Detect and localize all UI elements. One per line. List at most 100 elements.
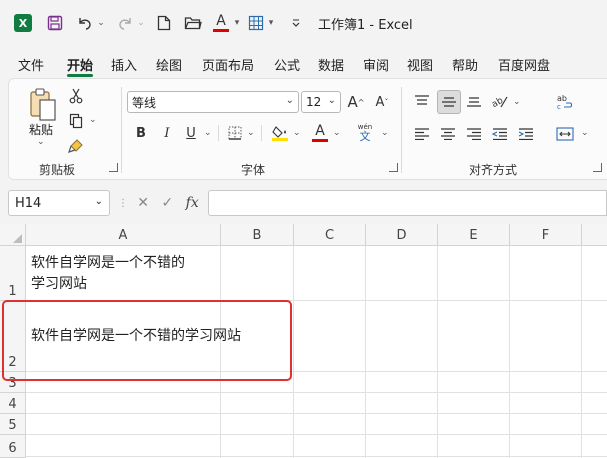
group-separator — [401, 87, 402, 173]
align-middle-icon[interactable] — [437, 90, 461, 114]
align-left-icon[interactable] — [411, 123, 433, 145]
gridline — [26, 413, 607, 414]
underline-dropdown-icon[interactable]: ⌄ — [204, 128, 212, 138]
undo-icon[interactable] — [74, 12, 96, 34]
alignment-launcher-icon[interactable] — [593, 163, 602, 172]
redo-icon[interactable] — [114, 12, 136, 34]
column-header-e[interactable]: E — [438, 224, 510, 246]
gridline — [293, 246, 294, 458]
column-header-f[interactable]: F — [510, 224, 582, 246]
font-name-select[interactable]: 等线 ⌄ — [127, 91, 299, 113]
active-tab-indicator — [67, 74, 93, 77]
cell-a1-line2[interactable]: 学习网站 — [31, 274, 87, 295]
increase-font-size-icon[interactable]: A ^ — [345, 92, 367, 112]
copy-dropdown-icon[interactable]: ⌄ — [89, 115, 97, 125]
font-size-select[interactable]: 12 ⌄ — [301, 91, 341, 113]
borders-icon[interactable] — [225, 123, 245, 143]
font-launcher-icon[interactable] — [389, 163, 398, 172]
formula-bar-grip-icon[interactable]: ⋮ — [118, 198, 128, 209]
customize-qat-icon[interactable] — [288, 12, 304, 34]
font-color-dropdown-icon[interactable]: ▾ — [232, 12, 242, 34]
fill-color-dropdown-icon[interactable]: ⌄ — [293, 128, 301, 138]
row-header-5[interactable]: 5 — [0, 414, 26, 435]
redo-dropdown-icon[interactable]: ⌄ — [136, 12, 146, 34]
formula-input[interactable] — [208, 190, 607, 216]
row-header-6[interactable]: 6 — [0, 435, 26, 458]
decrease-font-size-icon[interactable]: Aˇ — [371, 92, 393, 112]
font-size-value: 12 — [306, 95, 322, 109]
gridline — [365, 246, 366, 458]
new-file-icon[interactable] — [154, 12, 174, 34]
borders-icon[interactable] — [246, 12, 266, 34]
tab-help[interactable]: 帮助 — [452, 55, 478, 74]
tab-formulas[interactable]: 公式 — [274, 55, 300, 74]
tab-baidu-netdisk[interactable]: 百度网盘 — [498, 55, 550, 74]
tab-draw[interactable]: 绘图 — [156, 55, 182, 74]
chevron-down-icon: ⌄ — [285, 95, 294, 106]
copy-icon[interactable] — [67, 112, 85, 130]
paste-dropdown-icon[interactable]: ⌄ — [37, 137, 45, 147]
phonetic-dropdown-icon[interactable]: ⌄ — [381, 128, 389, 138]
column-header-b[interactable]: B — [221, 224, 294, 246]
align-center-icon[interactable] — [437, 123, 459, 145]
chevron-down-icon[interactable]: ⌄ — [95, 196, 103, 207]
merge-dropdown-icon[interactable]: ⌄ — [581, 128, 589, 138]
decrease-indent-icon[interactable] — [489, 123, 511, 145]
open-folder-icon[interactable] — [182, 12, 204, 34]
cell-a1-line1[interactable]: 软件自学网是一个不错的 — [31, 253, 185, 274]
tab-view[interactable]: 视图 — [407, 55, 433, 74]
divider — [261, 125, 262, 141]
paste-icon[interactable] — [23, 85, 63, 125]
insert-function-button[interactable]: fx — [186, 195, 199, 211]
gridline — [509, 246, 510, 458]
borders-dropdown-icon[interactable]: ⌄ — [247, 128, 255, 138]
excel-logo-icon: X — [14, 14, 32, 32]
align-top-icon[interactable] — [411, 90, 433, 112]
underline-button[interactable]: U — [181, 123, 201, 143]
phonetic-bottom-text: 文 — [359, 130, 371, 143]
clipboard-launcher-icon[interactable] — [109, 163, 118, 172]
cut-icon[interactable] — [67, 87, 85, 105]
bold-button[interactable]: B — [131, 123, 151, 143]
increase-indent-icon[interactable] — [515, 123, 537, 145]
borders-dropdown-icon[interactable]: ▾ — [266, 12, 276, 34]
fill-color-icon[interactable] — [269, 122, 291, 144]
undo-dropdown-icon[interactable]: ⌄ — [96, 12, 106, 34]
align-right-icon[interactable] — [463, 123, 485, 145]
column-header-a[interactable]: A — [26, 224, 221, 246]
cancel-icon[interactable]: ✕ — [137, 195, 149, 211]
column-headers: A B C D E F — [0, 224, 607, 246]
row-header-4[interactable]: 4 — [0, 393, 26, 414]
tab-home[interactable]: 开始 — [67, 55, 93, 74]
phonetic-guide-icon[interactable]: wén 文 — [353, 121, 377, 145]
font-color-icon[interactable]: A — [210, 12, 232, 34]
select-all-button[interactable] — [0, 224, 26, 246]
name-box-value: H14 — [15, 195, 42, 211]
select-all-icon — [13, 234, 22, 243]
column-header-d[interactable]: D — [366, 224, 438, 246]
enter-icon[interactable]: ✓ — [161, 195, 173, 211]
font-color-icon[interactable]: A — [309, 122, 331, 144]
align-bottom-icon[interactable] — [463, 90, 485, 112]
title-bar: X ⌄ ⌄ A ▾ ▾ 工作簿1 - Excel — [0, 0, 607, 46]
wrap-text-icon[interactable]: ab c — [553, 90, 577, 114]
font-color-dropdown-icon[interactable]: ⌄ — [333, 128, 341, 138]
gridline — [26, 392, 607, 393]
orientation-dropdown-icon[interactable]: ⌄ — [513, 97, 521, 107]
tab-file[interactable]: 文件 — [18, 55, 44, 74]
merge-center-icon[interactable] — [553, 123, 577, 145]
tab-insert[interactable]: 插入 — [111, 55, 137, 74]
tab-review[interactable]: 审阅 — [363, 55, 389, 74]
format-painter-icon[interactable] — [67, 137, 85, 155]
row-header-1[interactable]: 1 — [0, 246, 26, 301]
formula-bar: H14 ⌄ ⋮ ✕ ✓ fx — [0, 186, 607, 220]
save-icon[interactable] — [44, 12, 66, 34]
paste-label[interactable]: 粘贴 — [29, 121, 53, 138]
tab-data[interactable]: 数据 — [318, 55, 344, 74]
italic-button[interactable]: I — [157, 123, 177, 143]
orientation-icon[interactable]: ab — [489, 90, 511, 112]
tab-page-layout[interactable]: 页面布局 — [202, 55, 254, 74]
column-header-c[interactable]: C — [294, 224, 366, 246]
worksheet-grid: A B C D E F 1 2 3 4 5 6 软件自学网是一个不错的 学习网站… — [0, 224, 607, 458]
name-box[interactable]: H14 ⌄ — [8, 190, 110, 216]
